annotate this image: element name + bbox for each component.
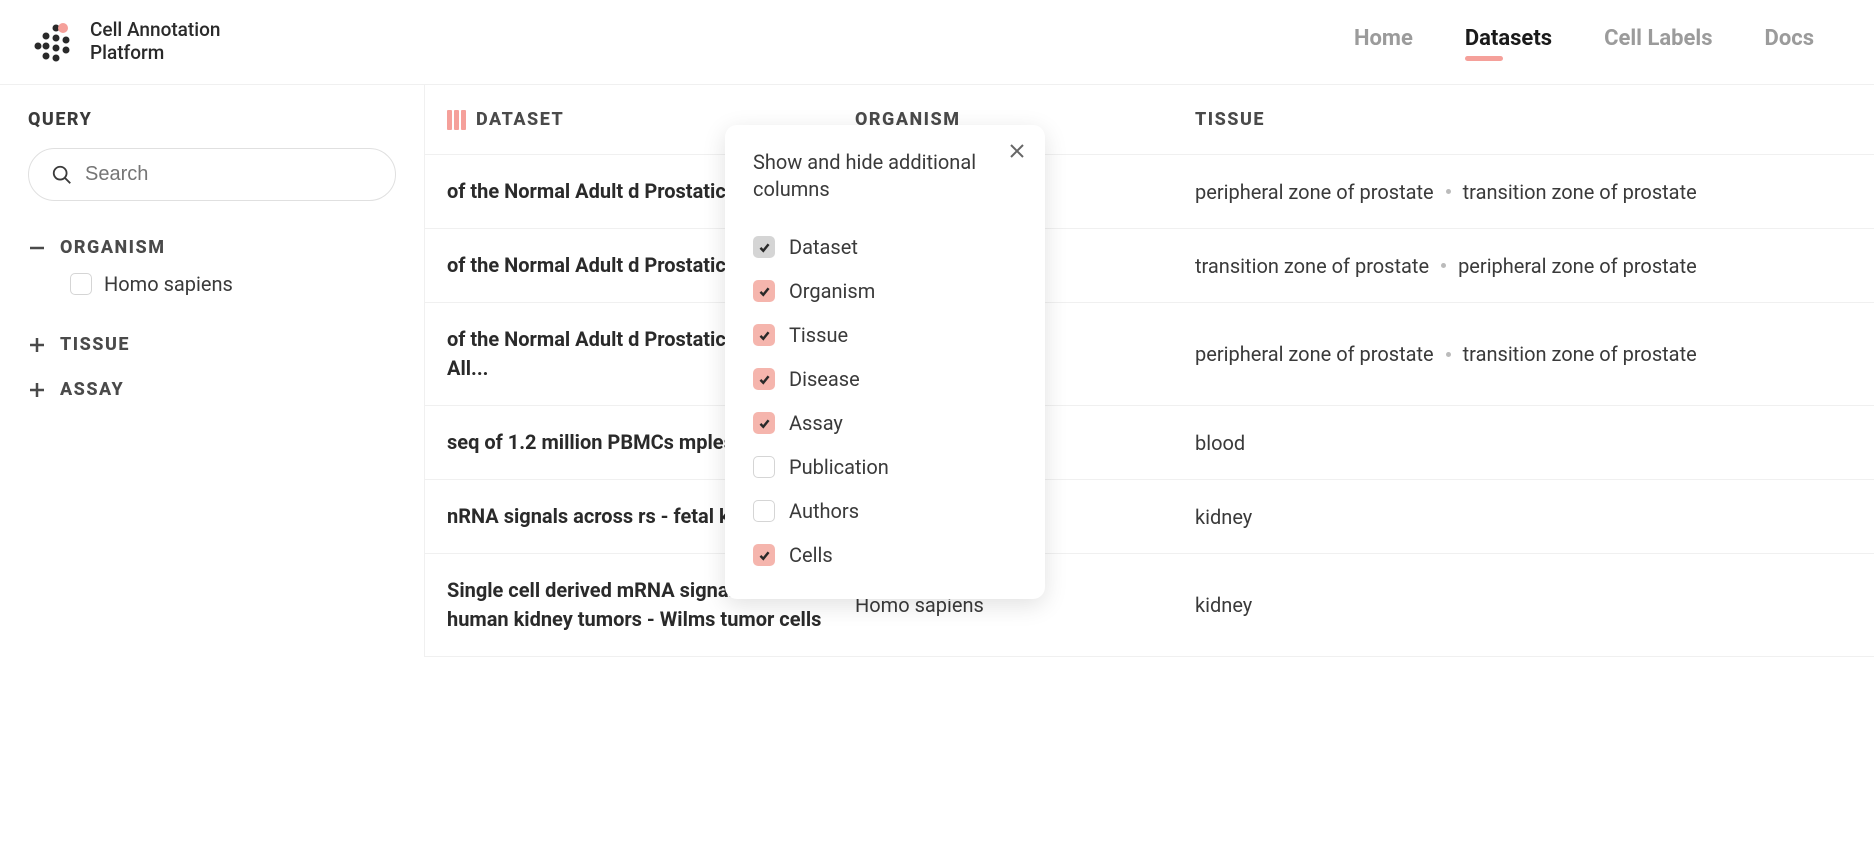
filter-assay: ASSAY xyxy=(28,379,396,400)
popover-option[interactable]: Cells xyxy=(753,533,1017,577)
brand-line1: Cell Annotation xyxy=(90,19,220,42)
popover-option-label: Tissue xyxy=(789,323,848,347)
checkbox-icon xyxy=(753,280,775,302)
checkbox-icon xyxy=(753,544,775,566)
main-content: QUERY ORGANISM Homo sapiens xyxy=(0,85,1874,657)
popover-option-label: Assay xyxy=(789,411,843,435)
search-icon xyxy=(51,164,73,186)
columns-icon[interactable] xyxy=(447,110,466,130)
popover-option[interactable]: Organism xyxy=(753,269,1017,313)
close-button[interactable] xyxy=(1007,141,1027,161)
table-row[interactable]: seq of 1.2 million PBMCs mplesHomo sapie… xyxy=(425,406,1874,480)
filter-tissue-title: TISSUE xyxy=(60,334,130,355)
cell-tissue: peripheral zone of prostate transition zo… xyxy=(1195,180,1874,204)
table-row[interactable]: of the Normal Adult d Prostatic Urethra … xyxy=(425,155,1874,229)
popover-option[interactable]: Disease xyxy=(753,357,1017,401)
popover-option[interactable]: Publication xyxy=(753,445,1017,489)
app-header: Cell Annotation Platform Home Datasets C… xyxy=(0,0,1874,85)
th-tissue[interactable]: TISSUE xyxy=(1195,109,1874,130)
tissue-value: kidney xyxy=(1195,593,1252,617)
filter-organism-header[interactable]: ORGANISM xyxy=(28,237,396,258)
minus-icon xyxy=(28,239,46,257)
search-input[interactable] xyxy=(85,163,373,186)
tissue-value: peripheral zone of prostate xyxy=(1195,342,1434,366)
checkbox-icon xyxy=(753,324,775,346)
cell-tissue: kidney xyxy=(1195,505,1874,529)
popover-option-label: Dataset xyxy=(789,235,858,259)
filter-tissue-header[interactable]: TISSUE xyxy=(28,334,396,355)
popover-title: Show and hide additional columns xyxy=(753,149,1017,203)
th-dataset-label: DATASET xyxy=(476,109,564,130)
filter-assay-title: ASSAY xyxy=(60,379,124,400)
filter-option-homo-sapiens[interactable]: Homo sapiens xyxy=(28,258,396,310)
th-tissue-label: TISSUE xyxy=(1195,109,1265,130)
filter-option-label: Homo sapiens xyxy=(104,272,233,296)
cell-tissue: peripheral zone of prostate transition zo… xyxy=(1195,342,1874,366)
plus-icon xyxy=(28,381,46,399)
main-nav: Home Datasets Cell Labels Docs xyxy=(1354,26,1814,59)
tissue-value: transition zone of prostate xyxy=(1463,180,1697,204)
table-header-row: DATASET ORGANISM TISSUE xyxy=(425,85,1874,155)
tissue-value: transition zone of prostate xyxy=(1463,342,1697,366)
checkbox-icon xyxy=(753,412,775,434)
table-row[interactable]: Single cell derived mRNA signals across … xyxy=(425,554,1874,657)
nav-datasets[interactable]: Datasets xyxy=(1465,26,1552,59)
table-row[interactable]: of the Normal Adult d Prostatic Urethra … xyxy=(425,303,1874,406)
popover-option-label: Authors xyxy=(789,499,859,523)
filter-organism-title: ORGANISM xyxy=(60,237,165,258)
query-label: QUERY xyxy=(28,109,396,130)
nav-home[interactable]: Home xyxy=(1354,26,1413,59)
columns-popover: Show and hide additional columns Dataset… xyxy=(725,125,1045,599)
brand-line2: Platform xyxy=(90,42,220,65)
filter-assay-header[interactable]: ASSAY xyxy=(28,379,396,400)
filter-organism: ORGANISM Homo sapiens xyxy=(28,237,396,310)
cell-tissue: transition zone of prostate peripheral zo… xyxy=(1195,254,1874,278)
checkbox-icon xyxy=(753,500,775,522)
popover-option-label: Organism xyxy=(789,279,875,303)
dot-separator-icon xyxy=(1446,352,1451,357)
search-box[interactable] xyxy=(28,148,396,201)
popover-option-label: Cells xyxy=(789,543,833,567)
tissue-value: kidney xyxy=(1195,505,1252,529)
popover-option[interactable]: Tissue xyxy=(753,313,1017,357)
logo-section[interactable]: Cell Annotation Platform xyxy=(28,18,220,66)
filter-tissue: TISSUE xyxy=(28,334,396,355)
checkbox-icon xyxy=(753,368,775,390)
nav-docs[interactable]: Docs xyxy=(1765,26,1814,59)
tissue-value: peripheral zone of prostate xyxy=(1458,254,1697,278)
dot-separator-icon xyxy=(1441,263,1446,268)
popover-option[interactable]: Assay xyxy=(753,401,1017,445)
popover-option-label: Publication xyxy=(789,455,889,479)
nav-cell-labels[interactable]: Cell Labels xyxy=(1604,26,1712,59)
cell-tissue: blood xyxy=(1195,431,1874,455)
table-row[interactable]: nRNA signals across rs - fetal kidney ce… xyxy=(425,480,1874,554)
dot-separator-icon xyxy=(1446,189,1451,194)
popover-option[interactable]: Authors xyxy=(753,489,1017,533)
table-row[interactable]: of the Normal Adult d Prostatic Urethra … xyxy=(425,229,1874,303)
logo-text: Cell Annotation Platform xyxy=(90,19,220,65)
checkbox-icon xyxy=(753,456,775,478)
popover-option-label: Disease xyxy=(789,367,860,391)
tissue-value: transition zone of prostate xyxy=(1195,254,1429,278)
logo-icon xyxy=(28,18,76,66)
checkbox-icon xyxy=(70,273,92,295)
checkbox-icon xyxy=(753,236,775,258)
popover-option[interactable]: Dataset xyxy=(753,225,1017,269)
close-icon xyxy=(1009,143,1025,159)
table-area: DATASET ORGANISM TISSUE of the Normal Ad… xyxy=(425,85,1874,657)
sidebar: QUERY ORGANISM Homo sapiens xyxy=(0,85,425,657)
tissue-value: peripheral zone of prostate xyxy=(1195,180,1434,204)
cell-tissue: kidney xyxy=(1195,593,1874,617)
tissue-value: blood xyxy=(1195,431,1245,455)
plus-icon xyxy=(28,336,46,354)
